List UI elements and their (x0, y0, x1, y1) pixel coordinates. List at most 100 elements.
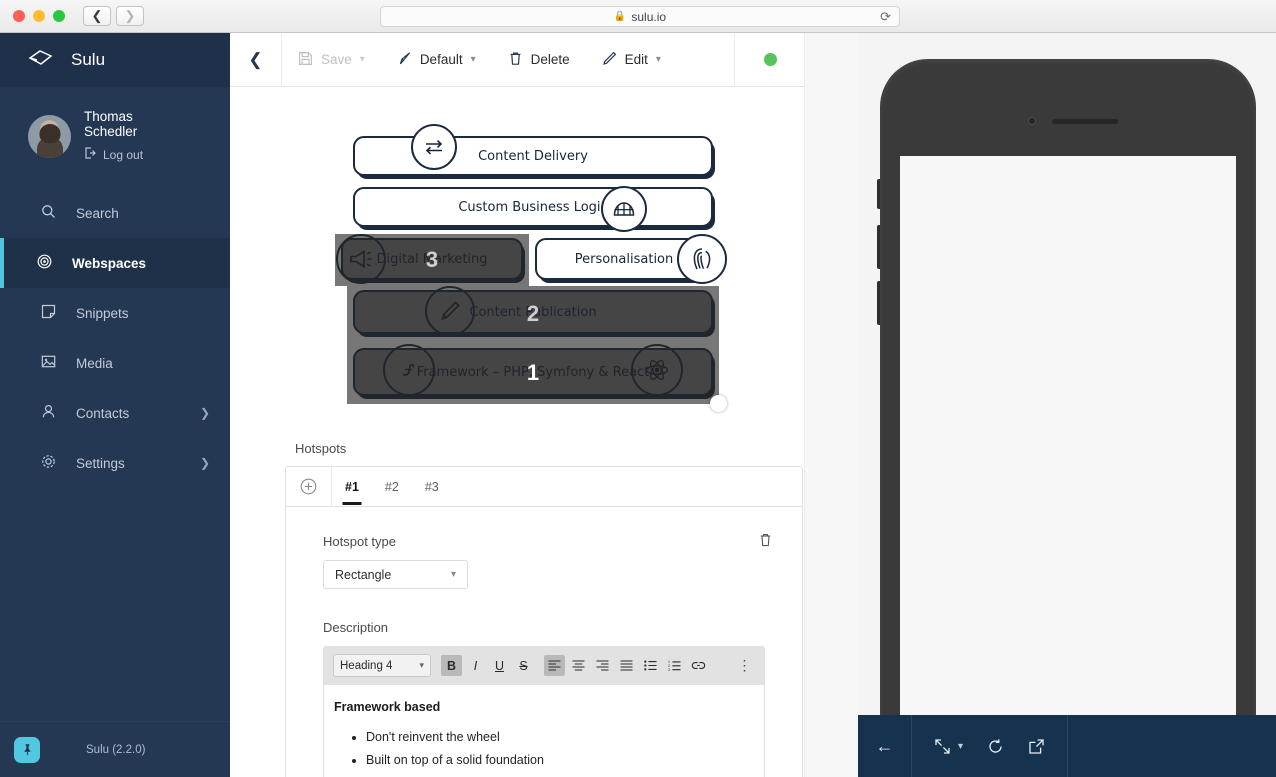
align-center-button[interactable] (568, 655, 589, 676)
content-scroll-region[interactable]: Content Delivery Custom Business Logic D… (230, 88, 858, 777)
window-maximize-button[interactable] (53, 10, 65, 22)
link-button[interactable] (688, 655, 709, 676)
delete-button[interactable]: Delete (492, 33, 586, 87)
chevron-right-icon: ❯ (200, 456, 210, 470)
hotspot-overlay-number: 2 (527, 301, 539, 327)
publish-status-indicator[interactable] (734, 33, 806, 87)
hotspot-tab-2[interactable]: #2 (372, 467, 412, 506)
sidebar-item-settings[interactable]: Settings ❯ (0, 438, 230, 488)
url-bar[interactable]: 🔒 sulu.io ⟳ (380, 6, 900, 27)
chevron-right-icon: ❯ (200, 406, 210, 420)
list-item: Built on top of a solid foundation (366, 749, 754, 772)
description-editor[interactable]: Framework based Don't reinvent the wheel… (323, 685, 765, 777)
hotspot-overlay-1[interactable]: 1 (347, 342, 719, 404)
numbered-list-button[interactable]: 123 (664, 655, 685, 676)
sidebar-item-label: Webspaces (72, 256, 146, 271)
editor-toolbar: Heading 4 ▾ B I U S (323, 646, 765, 685)
hotspots-panel: #1 #2 #3 Hotspot type Rectangle (285, 466, 803, 777)
phone-mockup (880, 59, 1256, 729)
diagram-box-label: Content Delivery (478, 149, 588, 164)
diagram-box-label: Custom Business Logic (458, 200, 607, 215)
sulu-logo-icon (28, 49, 53, 71)
search-icon (41, 204, 56, 222)
preview-back-button[interactable]: ← (858, 715, 912, 777)
hotspot-tab-3[interactable]: #3 (412, 467, 452, 506)
sidebar-item-label: Contacts (76, 406, 129, 421)
hotspot-image[interactable]: Content Delivery Custom Business Logic D… (329, 126, 759, 411)
hotspot-type-select[interactable]: Rectangle ▾ (323, 560, 468, 589)
edit-button[interactable]: Edit ▾ (586, 33, 677, 87)
bold-button[interactable]: B (441, 655, 462, 676)
logout-icon (84, 146, 96, 164)
delete-hotspot-button[interactable] (759, 533, 772, 552)
hotspot-tab-label: #3 (425, 480, 439, 494)
align-justify-button[interactable] (616, 655, 637, 676)
preview-toolbar-actions: ▾ (912, 715, 1068, 777)
strikethrough-glyph: S (519, 659, 527, 673)
hotspot-tab-1[interactable]: #1 (332, 467, 372, 506)
phone-camera-icon (1028, 117, 1036, 125)
browser-forward-button[interactable]: ❯ (116, 6, 144, 26)
status-badge (764, 53, 777, 66)
window-close-button[interactable] (13, 10, 25, 22)
format-value: Heading 4 (340, 660, 392, 672)
fingerprint-icon (677, 234, 727, 284)
reload-icon[interactable]: ⟳ (880, 9, 891, 25)
window-minimize-button[interactable] (33, 10, 45, 22)
align-left-button[interactable] (544, 655, 565, 676)
logout-label: Log out (103, 148, 143, 162)
exchange-arrows-icon (411, 124, 457, 170)
phone-silent-switch (877, 281, 880, 325)
hotspots-section-label: Hotspots (295, 441, 803, 456)
hotspot-overlay-3[interactable]: 3 (335, 234, 529, 286)
sidebar-item-label: Snippets (76, 306, 129, 321)
preview-iframe[interactable] (900, 156, 1236, 729)
pin-button[interactable] (14, 737, 40, 763)
align-right-button[interactable] (592, 655, 613, 676)
diagram-box-custom-business-logic: Custom Business Logic (353, 187, 713, 227)
bullet-list-button[interactable] (640, 655, 661, 676)
phone-volume-up-button (877, 179, 880, 209)
browser-back-button[interactable]: ❮ (83, 6, 111, 26)
sidebar-item-contacts[interactable]: Contacts ❯ (0, 388, 230, 438)
default-template-label: Default (420, 52, 463, 67)
chevron-down-icon: ▾ (451, 569, 456, 580)
add-hotspot-button[interactable] (286, 467, 332, 506)
lock-icon: 🔒 (614, 11, 626, 22)
svg-text:3: 3 (668, 668, 670, 671)
hotspot-panel-body: Hotspot type Rectangle ▾ Description Hea… (286, 507, 802, 777)
diagram-box-content-delivery: Content Delivery (353, 136, 713, 176)
edit-label: Edit (625, 52, 648, 67)
preview-open-external-button[interactable] (1028, 738, 1045, 755)
sidebar-item-snippets[interactable]: Snippets (0, 288, 230, 338)
strikethrough-button[interactable]: S (513, 655, 534, 676)
chevron-down-icon: ▾ (656, 54, 661, 65)
format-select[interactable]: Heading 4 ▾ (333, 654, 431, 677)
editor-heading: Framework based (334, 700, 754, 714)
trash-icon (508, 51, 523, 69)
diagram-box-label: Personalisation (575, 252, 674, 267)
sidebar-item-search[interactable]: Search (0, 188, 230, 238)
default-template-button[interactable]: Default ▾ (381, 33, 492, 87)
hotspot-overlay-2[interactable]: 2 (347, 286, 719, 342)
save-button[interactable]: Save ▾ (282, 33, 381, 87)
underline-button[interactable]: U (489, 655, 510, 676)
logout-button[interactable]: Log out (84, 146, 143, 164)
italic-button[interactable]: I (465, 655, 486, 676)
user-name: Thomas Schedler (84, 109, 143, 139)
preview-resize-button[interactable]: ▾ (934, 738, 963, 755)
user-block[interactable]: Thomas Schedler Log out (0, 87, 230, 188)
phone-volume-down-button (877, 225, 880, 269)
sidebar-item-media[interactable]: Media (0, 338, 230, 388)
italic-glyph: I (474, 659, 477, 673)
toolbar-back-button[interactable]: ❮ (230, 33, 282, 87)
snippet-icon (41, 304, 56, 322)
more-vertical-icon[interactable]: ⋮ (734, 655, 755, 676)
bold-glyph: B (447, 659, 456, 673)
sidebar-item-webspaces[interactable]: Webspaces (0, 238, 230, 288)
browser-chrome: ❮ ❯ 🔒 sulu.io ⟳ (0, 0, 1276, 33)
hotspot-resize-handle[interactable] (710, 395, 727, 412)
hotspot-tabbar: #1 #2 #3 (286, 467, 802, 507)
preview-refresh-button[interactable] (987, 738, 1004, 755)
editor-bullet-list: Don't reinvent the wheel Built on top of… (366, 726, 754, 777)
